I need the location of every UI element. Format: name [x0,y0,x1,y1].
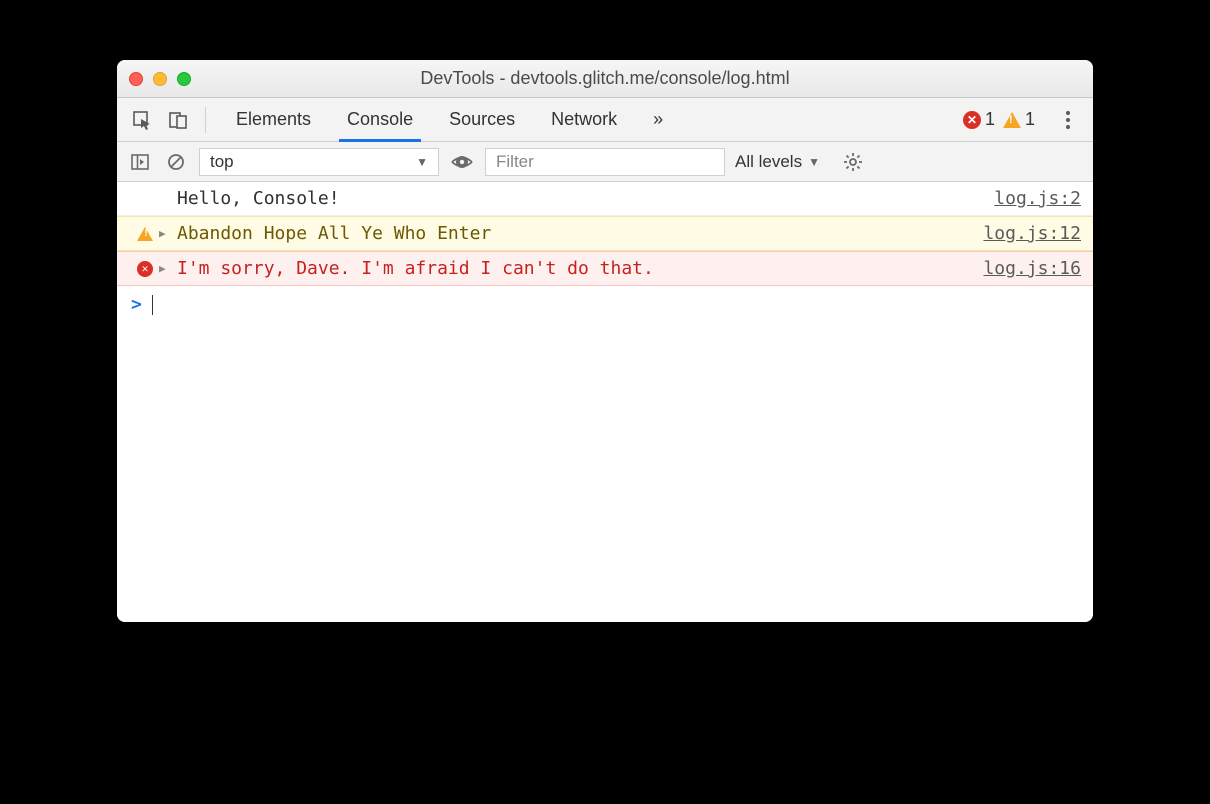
device-toolbar-icon[interactable] [163,105,193,135]
filter-input[interactable] [485,148,725,176]
warning-badge-icon [1003,112,1021,128]
toggle-console-sidebar-icon[interactable] [127,149,153,175]
minimize-window-button[interactable] [153,72,167,86]
tabs: Elements Console Sources Network » [218,98,681,141]
console-message-error[interactable]: ✕ ▶ I'm sorry, Dave. I'm afraid I can't … [117,251,1093,286]
inspect-element-icon[interactable] [127,105,157,135]
error-count: 1 [985,109,995,130]
window-title: DevTools - devtools.glitch.me/console/lo… [117,68,1093,89]
close-window-button[interactable] [129,72,143,86]
clear-console-icon[interactable] [163,149,189,175]
message-source-link[interactable]: log.js:16 [983,258,1081,279]
tab-sources[interactable]: Sources [431,98,533,141]
tab-elements[interactable]: Elements [218,98,329,141]
error-icon: ✕ [137,261,153,277]
main-tab-bar: Elements Console Sources Network » ✕ 1 1 [117,98,1093,142]
log-levels-select[interactable]: All levels ▼ [735,152,820,172]
message-gutter: ✕ [131,261,159,277]
message-source-link[interactable]: log.js:12 [983,223,1081,244]
expand-toggle[interactable]: ▶ [159,262,173,275]
console-settings-icon[interactable] [840,149,866,175]
execution-context-select[interactable]: top ▼ [199,148,439,176]
divider [205,107,206,133]
error-badge-icon: ✕ [963,111,981,129]
console-prompt[interactable]: > [117,286,1093,323]
message-source-link[interactable]: log.js:2 [994,188,1081,209]
message-gutter [131,227,159,241]
prompt-chevron-icon: > [131,294,142,315]
log-levels-label: All levels [735,152,802,172]
traffic-lights [129,72,191,86]
issue-counts[interactable]: ✕ 1 1 [963,109,1035,130]
console-message-warning[interactable]: ▶ Abandon Hope All Ye Who Enter log.js:1… [117,216,1093,251]
warning-count: 1 [1025,109,1035,130]
zoom-window-button[interactable] [177,72,191,86]
kebab-icon [1060,111,1076,129]
chevron-down-icon: ▼ [808,155,820,169]
chevron-down-icon: ▼ [416,155,428,169]
message-text: Hello, Console! [173,188,994,209]
more-options-button[interactable] [1053,105,1083,135]
tab-console[interactable]: Console [329,98,431,141]
expand-toggle[interactable]: ▶ [159,227,173,240]
text-cursor [152,295,153,315]
console-toolbar: top ▼ All levels ▼ [117,142,1093,182]
message-text: I'm sorry, Dave. I'm afraid I can't do t… [173,258,983,279]
tab-network[interactable]: Network [533,98,635,141]
console-output: Hello, Console! log.js:2 ▶ Abandon Hope … [117,182,1093,622]
warning-icon [137,227,153,241]
console-message-log[interactable]: Hello, Console! log.js:2 [117,182,1093,216]
devtools-window: DevTools - devtools.glitch.me/console/lo… [117,60,1093,622]
message-text: Abandon Hope All Ye Who Enter [173,223,983,244]
execution-context-value: top [210,152,234,172]
tabs-overflow-button[interactable]: » [635,98,681,141]
live-expression-icon[interactable] [449,149,475,175]
titlebar: DevTools - devtools.glitch.me/console/lo… [117,60,1093,98]
